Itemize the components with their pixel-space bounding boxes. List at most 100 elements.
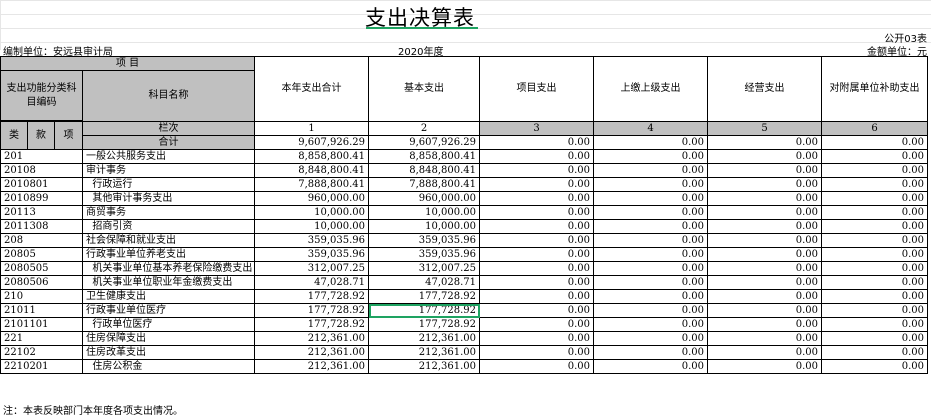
row-value-3[interactable]: 0.00 bbox=[479, 261, 594, 276]
total-label[interactable]: 合计 bbox=[82, 135, 255, 150]
row-value-1[interactable]: 8,858,800.41 bbox=[254, 149, 369, 164]
row-value-2[interactable]: 212,361.00 bbox=[368, 345, 480, 360]
row-value-4[interactable]: 0.00 bbox=[593, 177, 708, 192]
row-subject-name[interactable]: 机关事业单位职业年金缴费支出 bbox=[82, 275, 255, 290]
row-value-4[interactable]: 0.00 bbox=[593, 303, 708, 318]
row-value-2[interactable]: 960,000.00 bbox=[368, 191, 480, 206]
row-value-6[interactable]: 0.00 bbox=[821, 289, 928, 304]
header-lei[interactable]: 类 bbox=[0, 121, 28, 150]
row-subject-name[interactable]: 行政事业单位养老支出 bbox=[82, 247, 255, 262]
row-value-5[interactable]: 0.00 bbox=[707, 149, 822, 164]
row-code[interactable]: 2101101 bbox=[0, 317, 83, 332]
col-num-5[interactable]: 5 bbox=[707, 121, 822, 136]
row-subject-name[interactable]: 卫生健康支出 bbox=[82, 289, 255, 304]
row-code[interactable]: 208 bbox=[0, 233, 83, 248]
row-code[interactable]: 2080505 bbox=[0, 261, 83, 276]
header-func-code[interactable]: 支出功能分类科目编码 bbox=[0, 70, 83, 121]
row-value-6[interactable]: 0.00 bbox=[821, 219, 928, 234]
row-value-3[interactable]: 0.00 bbox=[479, 303, 594, 318]
row-value-1[interactable]: 177,728.92 bbox=[254, 317, 369, 332]
col-num-1[interactable]: 1 bbox=[254, 121, 369, 136]
header-subject-name[interactable]: 科目名称 bbox=[82, 70, 255, 122]
row-value-3[interactable]: 0.00 bbox=[479, 191, 594, 206]
row-value-5[interactable]: 0.00 bbox=[707, 345, 822, 360]
row-value-4[interactable]: 0.00 bbox=[593, 191, 708, 206]
row-value-5[interactable]: 0.00 bbox=[707, 261, 822, 276]
row-value-3[interactable]: 0.00 bbox=[479, 317, 594, 332]
row-code[interactable]: 2210201 bbox=[0, 359, 83, 374]
row-value-4[interactable]: 0.00 bbox=[593, 289, 708, 304]
row-value-1[interactable]: 10,000.00 bbox=[254, 219, 369, 234]
row-value-1[interactable]: 359,035.96 bbox=[254, 247, 369, 262]
row-subject-name[interactable]: 住房改革支出 bbox=[82, 345, 255, 360]
row-value-2[interactable]: 212,361.00 bbox=[368, 331, 480, 346]
row-subject-name[interactable]: 审计事务 bbox=[82, 163, 255, 178]
header-kuan[interactable]: 款 bbox=[27, 121, 55, 150]
row-code[interactable]: 201 bbox=[0, 149, 83, 164]
row-value-4[interactable]: 0.00 bbox=[593, 219, 708, 234]
row-value-4[interactable]: 0.00 bbox=[593, 317, 708, 332]
row-value-3[interactable]: 0.00 bbox=[479, 163, 594, 178]
total-value-5[interactable]: 0.00 bbox=[707, 135, 822, 150]
row-value-2[interactable]: 10,000.00 bbox=[368, 219, 480, 234]
row-value-1[interactable]: 177,728.92 bbox=[254, 303, 369, 318]
total-value-4[interactable]: 0.00 bbox=[593, 135, 708, 150]
row-value-4[interactable]: 0.00 bbox=[593, 359, 708, 374]
header-lanci[interactable]: 栏次 bbox=[82, 121, 255, 136]
row-value-6[interactable]: 0.00 bbox=[821, 205, 928, 220]
row-value-6[interactable]: 0.00 bbox=[821, 191, 928, 206]
row-value-6[interactable]: 0.00 bbox=[821, 163, 928, 178]
row-subject-name[interactable]: 行政单位医疗 bbox=[82, 317, 255, 332]
row-code[interactable]: 2080506 bbox=[0, 275, 83, 290]
row-value-6[interactable]: 0.00 bbox=[821, 303, 928, 318]
row-value-6[interactable]: 0.00 bbox=[821, 149, 928, 164]
col-num-3[interactable]: 3 bbox=[479, 121, 594, 136]
row-subject-name[interactable]: 行政运行 bbox=[82, 177, 255, 192]
row-subject-name[interactable]: 机关事业单位基本养老保险缴费支出 bbox=[82, 261, 255, 276]
row-value-4[interactable]: 0.00 bbox=[593, 345, 708, 360]
row-value-1[interactable]: 177,728.92 bbox=[254, 289, 369, 304]
row-value-3[interactable]: 0.00 bbox=[479, 233, 594, 248]
row-code[interactable]: 20108 bbox=[0, 163, 83, 178]
row-value-4[interactable]: 0.00 bbox=[593, 261, 708, 276]
row-value-4[interactable]: 0.00 bbox=[593, 149, 708, 164]
total-value-3[interactable]: 0.00 bbox=[479, 135, 594, 150]
total-value-2[interactable]: 9,607,926.29 bbox=[368, 135, 480, 150]
row-value-6[interactable]: 0.00 bbox=[821, 275, 928, 290]
row-value-2[interactable]: 10,000.00 bbox=[368, 205, 480, 220]
row-value-1[interactable]: 212,361.00 bbox=[254, 359, 369, 374]
row-value-3[interactable]: 0.00 bbox=[479, 331, 594, 346]
row-value-3[interactable]: 0.00 bbox=[479, 219, 594, 234]
row-value-2[interactable]: 312,007.25 bbox=[368, 261, 480, 276]
row-value-1[interactable]: 8,848,800.41 bbox=[254, 163, 369, 178]
row-value-3[interactable]: 0.00 bbox=[479, 359, 594, 374]
header-xiang[interactable]: 项 bbox=[54, 121, 83, 150]
row-value-5[interactable]: 0.00 bbox=[707, 289, 822, 304]
row-value-5[interactable]: 0.00 bbox=[707, 233, 822, 248]
row-value-2[interactable]: 47,028.71 bbox=[368, 275, 480, 290]
row-value-6[interactable]: 0.00 bbox=[821, 345, 928, 360]
row-value-5[interactable]: 0.00 bbox=[707, 359, 822, 374]
row-value-2[interactable]: 359,035.96 bbox=[368, 233, 480, 248]
row-value-2[interactable]: 8,858,800.41 bbox=[368, 149, 480, 164]
row-value-3[interactable]: 0.00 bbox=[479, 275, 594, 290]
row-value-6[interactable]: 0.00 bbox=[821, 317, 928, 332]
row-value-5[interactable]: 0.00 bbox=[707, 275, 822, 290]
row-code[interactable]: 221 bbox=[0, 331, 83, 346]
row-value-6[interactable]: 0.00 bbox=[821, 359, 928, 374]
row-value-5[interactable]: 0.00 bbox=[707, 247, 822, 262]
row-value-2[interactable]: 8,848,800.41 bbox=[368, 163, 480, 178]
row-value-3[interactable]: 0.00 bbox=[479, 205, 594, 220]
row-value-1[interactable]: 212,361.00 bbox=[254, 331, 369, 346]
row-subject-name[interactable]: 其他审计事务支出 bbox=[82, 191, 255, 206]
row-code[interactable]: 210 bbox=[0, 289, 83, 304]
header-col-3[interactable]: 项目支出 bbox=[479, 56, 594, 122]
header-col-2[interactable]: 基本支出 bbox=[368, 56, 480, 122]
row-value-5[interactable]: 0.00 bbox=[707, 205, 822, 220]
row-value-3[interactable]: 0.00 bbox=[479, 149, 594, 164]
row-value-4[interactable]: 0.00 bbox=[593, 163, 708, 178]
row-code[interactable]: 2011308 bbox=[0, 219, 83, 234]
row-code[interactable]: 21011 bbox=[0, 303, 83, 318]
row-value-6[interactable]: 0.00 bbox=[821, 247, 928, 262]
col-num-6[interactable]: 6 bbox=[821, 121, 928, 136]
